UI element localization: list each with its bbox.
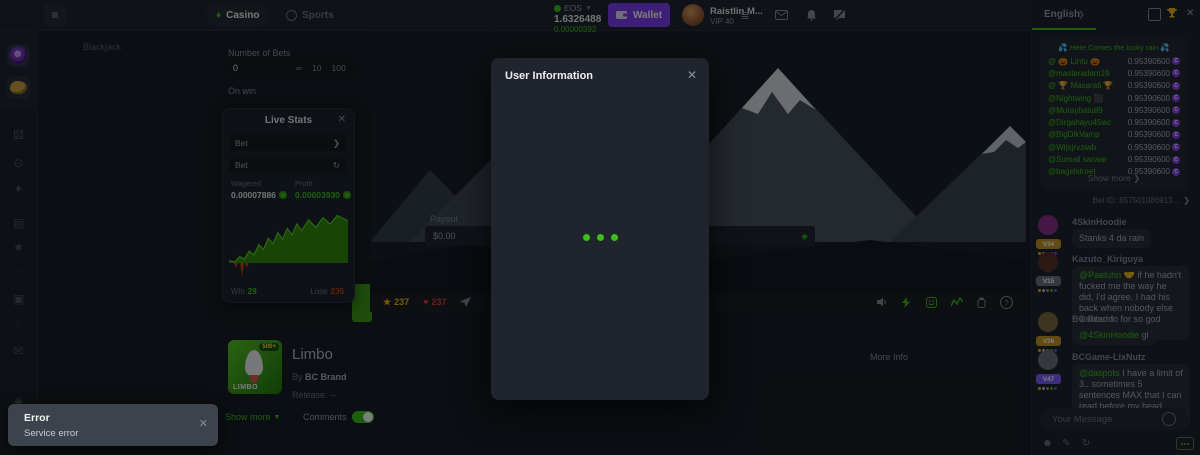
modal-close-icon[interactable]: ✕ (687, 68, 697, 82)
toast-title: Error (24, 412, 50, 424)
app-root: ≡ ♦ Casino Sports EOS ▼ 1.6326488 0.0000… (0, 0, 1200, 455)
error-toast: Error Service error ✕ (8, 404, 218, 446)
loading-dots (491, 234, 709, 241)
toast-close-icon[interactable]: ✕ (199, 417, 208, 430)
user-information-modal: User Information ✕ (491, 58, 709, 400)
modal-title: User Information (505, 70, 593, 82)
toast-message: Service error (24, 428, 78, 439)
